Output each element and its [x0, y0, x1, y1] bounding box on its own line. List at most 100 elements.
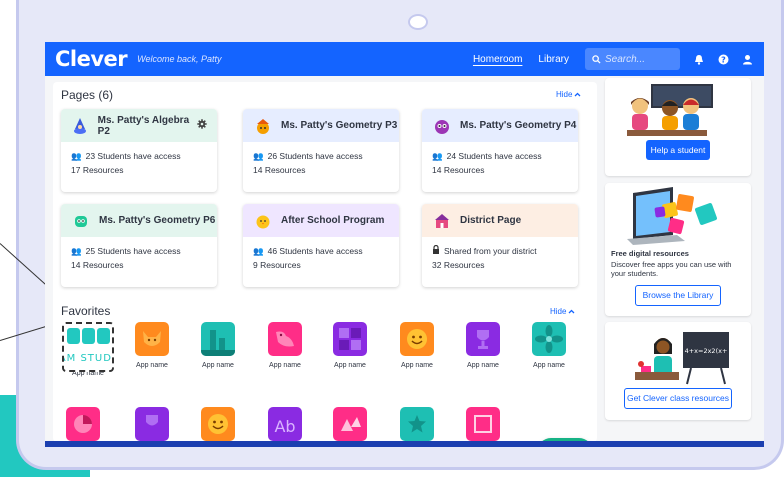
- shapes-icon: [333, 407, 367, 441]
- favorites-hide-label: Hide: [550, 307, 567, 316]
- card-title: District Page: [460, 215, 522, 226]
- app-screen: Clever Welcome back, Patty Homeroom Libr…: [45, 42, 764, 447]
- students-icon: 👥: [71, 246, 82, 256]
- bell-icon[interactable]: [692, 52, 706, 66]
- card-header: After School Program: [243, 204, 399, 237]
- app-tile[interactable]: [62, 407, 104, 441]
- monster-icon: [432, 116, 452, 136]
- card-header: District Page: [422, 204, 578, 237]
- access-text: 25 Students have access: [85, 246, 181, 256]
- user-icon[interactable]: [740, 52, 754, 66]
- smiley-icon: [201, 407, 235, 441]
- app-tile[interactable]: [396, 407, 438, 441]
- clever-logo[interactable]: Clever: [55, 47, 128, 71]
- access-text: 46 Students have access: [267, 246, 363, 256]
- app-name: App name: [401, 362, 433, 369]
- card-title: After School Program: [281, 215, 385, 226]
- access-row: 👥 26 Students have access: [253, 149, 389, 163]
- robot-icon: [71, 211, 91, 231]
- pages-hide-link[interactable]: Hide: [556, 90, 581, 99]
- resources-text: 14 Resources: [71, 260, 124, 270]
- gear-icon[interactable]: [197, 119, 207, 132]
- page-card-algebra-p2[interactable]: Ms. Patty's Algebra P2 👥 23 Students have…: [61, 109, 217, 192]
- favorites-hide-link[interactable]: Hide: [550, 307, 575, 316]
- app-tile[interactable]: [131, 407, 173, 441]
- chick-icon: [253, 211, 273, 231]
- card-header: Ms. Patty's Geometry P4: [422, 109, 578, 142]
- class-resources-card: 4+x=2x2(x+ Get Clever class resources: [605, 322, 751, 420]
- resources-text: 32 Resources: [432, 260, 485, 270]
- chalkboard-text: 4+x=2x2(x+: [685, 347, 728, 355]
- app-tile[interactable]: Ab: [264, 407, 306, 441]
- app-tile[interactable]: App name: [462, 322, 504, 369]
- fox-icon: [135, 322, 169, 356]
- text-icon: Ab: [268, 407, 302, 441]
- chevron-up-icon: [574, 90, 581, 99]
- pie-icon: [66, 407, 100, 441]
- page-card-geometry-p3[interactable]: Ms. Patty's Geometry P3 👥 26 Students hav…: [243, 109, 399, 192]
- svg-text:Ab: Ab: [274, 417, 295, 436]
- flower-icon: [532, 322, 566, 356]
- search-box[interactable]: [585, 48, 680, 70]
- search-input[interactable]: [605, 53, 675, 65]
- app-tile-sam-studio[interactable]: SAM STUDIO App name: [51, 322, 124, 377]
- resources-text: 14 Resources: [432, 165, 485, 175]
- resources-text: 14 Resources: [253, 165, 306, 175]
- app-tile[interactable]: [197, 407, 239, 441]
- access-row: 👥 25 Students have access: [71, 244, 207, 258]
- grid-icon: [333, 322, 367, 356]
- svg-text:?: ?: [721, 55, 726, 64]
- app-tile[interactable]: [462, 407, 504, 441]
- app-tile[interactable]: App name: [396, 322, 438, 369]
- app-name: App name: [467, 362, 499, 369]
- card-header: Ms. Patty's Geometry P3: [243, 109, 399, 142]
- app-name: App name: [202, 362, 234, 369]
- top-nav: Clever Welcome back, Patty Homeroom Libr…: [45, 42, 764, 76]
- app-tile[interactable]: App name: [131, 322, 173, 369]
- access-text: Shared from your district: [444, 246, 537, 256]
- students-icon: 👥: [253, 151, 264, 161]
- resources-text: 9 Resources: [253, 260, 301, 270]
- app-name: App name: [136, 362, 168, 369]
- app-tile[interactable]: App name: [329, 322, 371, 369]
- chevron-up-icon: [568, 307, 575, 316]
- page-card-after-school[interactable]: After School Program 👥 46 Students have a…: [243, 204, 399, 287]
- nav-library[interactable]: Library: [538, 54, 569, 65]
- digital-resources-text: Discover free apps you can use with your…: [611, 260, 732, 278]
- card-header: Ms. Patty's Geometry P6: [61, 204, 217, 237]
- app-name: App name: [533, 362, 565, 369]
- pages-title: Pages (6): [61, 88, 114, 102]
- access-row: 👥 46 Students have access: [253, 244, 389, 258]
- digital-resources-card: Free digital resources Discover free app…: [605, 183, 751, 316]
- card-header: Ms. Patty's Algebra P2: [61, 109, 217, 142]
- star-icon: [400, 407, 434, 441]
- browse-library-button[interactable]: Browse the Library: [635, 285, 721, 306]
- app-tile[interactable]: App name: [197, 322, 239, 369]
- app-tile[interactable]: [329, 407, 371, 441]
- teacher-students-illustration: [605, 78, 751, 140]
- students-icon: 👥: [253, 246, 264, 256]
- app-tile[interactable]: App name: [528, 322, 570, 369]
- app-name: App name: [334, 362, 366, 369]
- sam-logo-lettering: SAM STUDIO: [64, 353, 112, 364]
- access-row: 👥 23 Students have access: [71, 149, 207, 163]
- pages-hide-label: Hide: [556, 90, 573, 99]
- homeroom-panel: Pages (6) Hide Ms. Patty's Algebra P2 👥 2…: [51, 82, 597, 447]
- page-card-geometry-p6[interactable]: Ms. Patty's Geometry P6 👥 25 Students hav…: [61, 204, 217, 287]
- card-title: Ms. Patty's Algebra P2: [97, 114, 190, 137]
- class-resources-button[interactable]: Get Clever class resources: [624, 388, 732, 409]
- help-icon[interactable]: ?: [716, 52, 730, 66]
- search-icon: [592, 54, 601, 64]
- page-card-geometry-p4[interactable]: Ms. Patty's Geometry P4 👥 24 Students hav…: [422, 109, 578, 192]
- nav-homeroom[interactable]: Homeroom: [473, 54, 522, 65]
- card-title: Ms. Patty's Geometry P6: [99, 215, 216, 226]
- bar-chart-icon: [201, 322, 235, 356]
- access-text: 24 Students have access: [446, 151, 542, 161]
- access-text: 26 Students have access: [267, 151, 363, 161]
- help-student-button[interactable]: Help a student: [646, 140, 710, 160]
- page-card-district[interactable]: District Page Shared from your district …: [422, 204, 578, 287]
- students-icon: 👥: [71, 151, 82, 161]
- digital-resources-title: Free digital resources: [611, 249, 689, 258]
- app-tile[interactable]: App name: [264, 322, 306, 369]
- teacher-chalkboard-illustration: 4+x=2x2(x+: [605, 322, 751, 388]
